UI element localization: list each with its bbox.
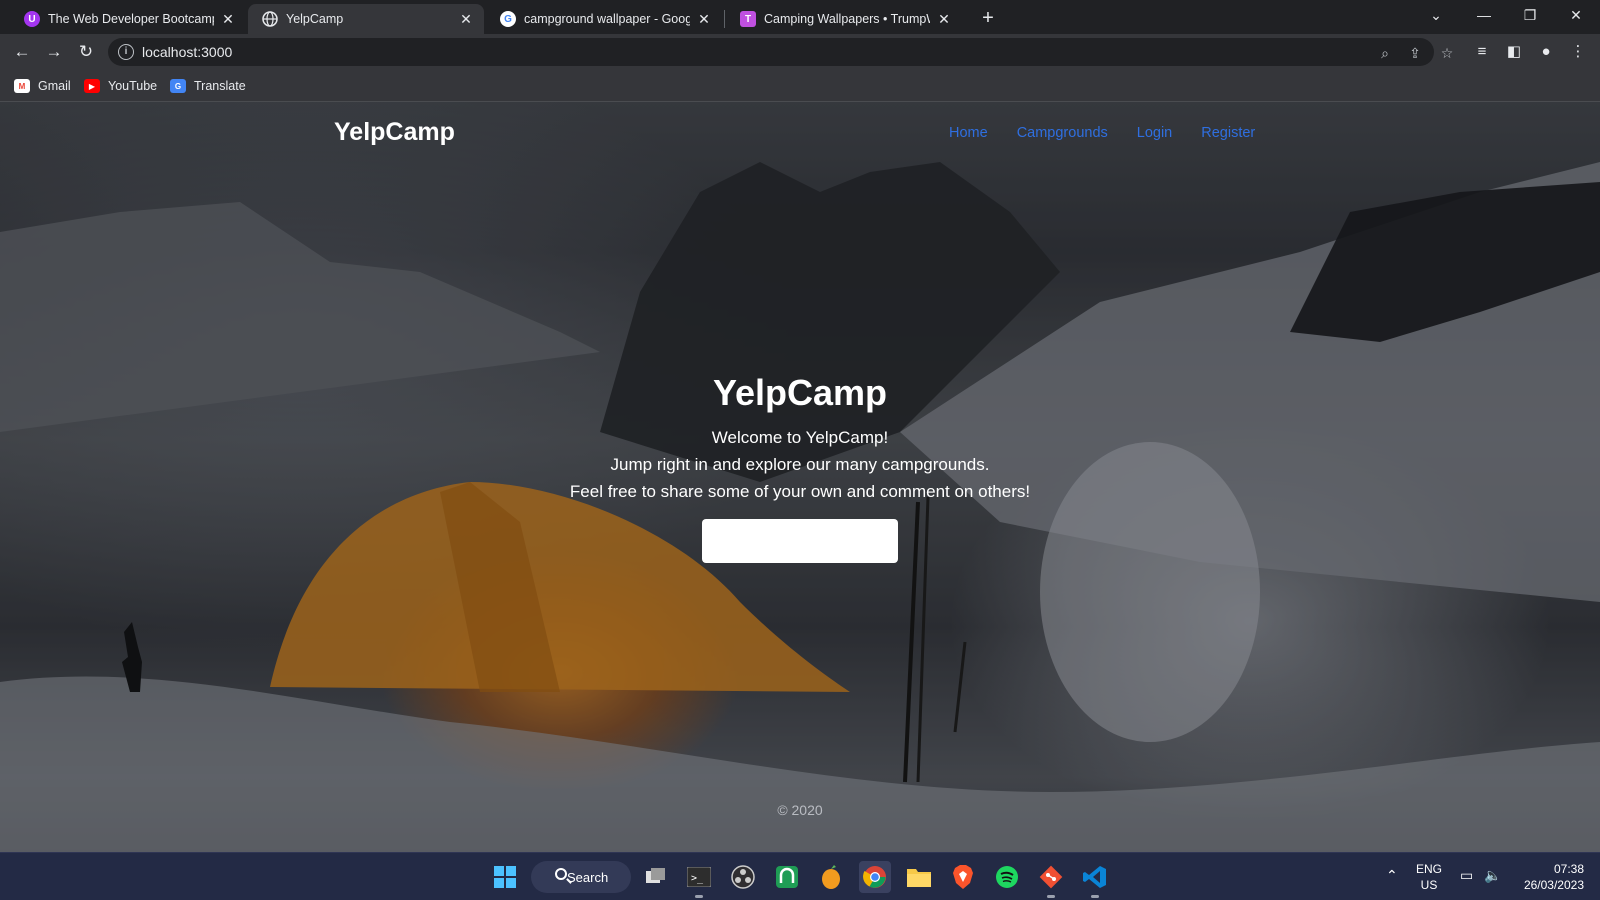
bookmark-youtube[interactable]: ▶ YouTube [84,77,157,95]
spotify-icon[interactable] [991,861,1023,893]
brave-icon[interactable] [947,861,979,893]
bookmark-star-icon[interactable]: ☆ [1438,44,1456,62]
clock-time: 07:38 [1553,862,1584,876]
tab-search-icon[interactable]: ⌄ [1420,0,1452,30]
restore-button[interactable]: ❐ [1514,0,1546,30]
close-icon[interactable]: ✕ [220,11,236,27]
gmail-icon: M [14,79,30,93]
hero-title: YelpCamp [712,372,888,413]
hero: YelpCamp Welcome to YelpCamp! Jump right… [0,372,1600,568]
git-icon[interactable] [1035,861,1067,898]
nav-links: Home Campgrounds Login Register [949,125,1255,141]
volume-icon[interactable]: 🔈 [1484,867,1501,883]
bookmark-gmail[interactable]: M Gmail [14,77,71,95]
region-label: US [1420,878,1438,892]
tab-camping-wallpapers[interactable]: T Camping Wallpapers • TrumpWallpapers ✕ [726,4,962,34]
close-icon[interactable]: ✕ [936,11,952,27]
clock-date: 26/03/2023 [1523,878,1584,892]
bookmark-label: Translate [194,79,246,93]
bookmark-label: YouTube [108,79,158,93]
fl-studio-icon[interactable] [815,861,847,893]
forward-button[interactable]: → [42,40,66,64]
task-view-icon[interactable] [640,861,672,893]
minimize-button[interactable]: — [1468,0,1500,30]
obs-icon[interactable] [727,861,759,893]
reading-list-icon[interactable]: ≡ [1470,40,1494,64]
close-icon[interactable]: ✕ [696,11,712,27]
chrome-icon[interactable] [859,861,891,893]
view-campgrounds-button[interactable] [702,519,898,563]
search-icon [555,868,567,880]
close-icon[interactable]: ✕ [458,11,474,27]
site-brand[interactable]: YelpCamp [334,118,455,147]
taskbar: Search >_ ⌃ ENG US ▭ 🔈 07:38 26/03/2023 [0,852,1600,900]
menu-icon[interactable]: ⋮ [1566,40,1590,64]
nav-link-home[interactable]: Home [949,125,988,141]
share-icon[interactable]: ⇪ [1406,44,1424,62]
close-window-button[interactable]: ✕ [1560,0,1592,30]
site-navbar: YelpCamp Home Campgrounds Login Register [0,102,1600,162]
browser-toolbar: ← → ↻ i localhost:3000 ⌕ ⇪ ☆ ≡ ◧ ● ⋮ [0,34,1600,70]
file-explorer-icon[interactable] [903,861,935,893]
taskbar-search-label: Search [567,869,609,885]
google-icon: G [500,11,516,27]
clock[interactable]: 07:38 26/03/2023 [1514,861,1584,893]
zoom-icon[interactable]: ⌕ [1376,44,1394,62]
translate-icon: G [170,79,186,93]
nav-link-login[interactable]: Login [1137,125,1172,141]
nav-link-register[interactable]: Register [1201,125,1255,141]
tab-title: YelpCamp [286,12,344,26]
tab-bootcamp[interactable]: U The Web Developer Bootcamp 2023 ✕ [10,4,246,34]
site-footer: © 2020 [777,802,823,818]
tab-strip: U The Web Developer Bootcamp 2023 ✕ Yelp… [0,0,1600,34]
trumpwallpapers-icon: T [740,11,756,27]
bookmark-translate[interactable]: G Translate [170,77,246,95]
app-icon[interactable] [771,861,803,893]
nav-link-campgrounds[interactable]: Campgrounds [1017,125,1108,141]
url-text: localhost:3000 [142,44,233,60]
profile-icon[interactable]: ● [1534,40,1558,64]
udemy-icon: U [24,11,40,27]
reload-button[interactable]: ↻ [74,40,98,64]
language-indicator[interactable]: ENG US [1416,861,1442,893]
bookmarks-bar: M Gmail ▶ YouTube G Translate [0,70,1600,102]
tab-google-search[interactable]: G campground wallpaper - Google Search ✕ [486,4,722,34]
hero-line-welcome: Welcome to YelpCamp! [711,428,889,447]
globe-icon [262,11,278,27]
terminal-icon[interactable]: >_ [683,861,715,898]
address-bar[interactable]: i localhost:3000 ⌕ ⇪ ☆ [108,38,1453,66]
tab-title: Camping Wallpapers • TrumpWallpapers [764,12,930,26]
side-panel-icon[interactable]: ◧ [1502,40,1526,64]
back-button[interactable]: ← [10,40,34,64]
show-hidden-icons-icon[interactable]: ⌃ [1386,867,1398,883]
landing-page: YelpCamp Home Campgrounds Login Register… [0,102,1600,852]
new-tab-button[interactable]: + [976,6,1000,30]
tab-title: The Web Developer Bootcamp 2023 [48,12,214,26]
language-label: ENG [1416,862,1443,876]
site-info-icon[interactable]: i [118,44,134,60]
hero-line-share: Feel free to share some of your own and … [569,482,1031,501]
network-icon[interactable]: ▭ [1460,867,1473,883]
tab-separator [724,10,725,28]
bookmark-label: Gmail [38,79,71,93]
hero-line-explore: Jump right in and explore our many campg… [610,455,990,474]
svg-text:>_: >_ [691,873,704,884]
vscode-icon[interactable] [1079,861,1111,898]
tab-title: campground wallpaper - Google Search [524,12,690,26]
start-icon[interactable] [489,861,521,893]
tab-yelpcamp[interactable]: YelpCamp ✕ [248,4,484,34]
taskbar-search[interactable]: Search [531,861,631,893]
youtube-icon: ▶ [84,79,100,93]
